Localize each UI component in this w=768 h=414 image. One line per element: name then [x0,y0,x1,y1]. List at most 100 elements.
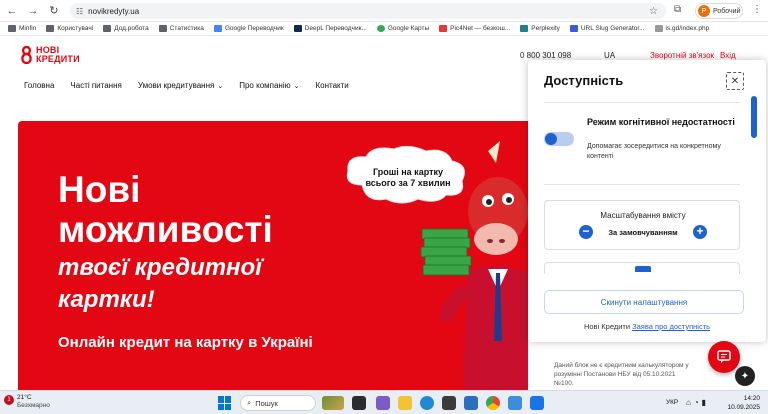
bookmark-deepl[interactable]: DeepL Переводчик... [293,25,367,32]
chrome-icon[interactable] [486,396,500,410]
logo-line-2: КРЕДИТИ [36,54,80,64]
hero-subtitle-line-2: картки! [58,286,155,313]
app-icon[interactable] [376,396,390,410]
folder-icon [158,25,167,32]
logo-mark-icon [20,45,33,65]
hero-tagline: Онлайн кредит на картку в Україні [58,334,313,351]
store-icon[interactable] [442,396,456,410]
scaling-value: За замовчуванням [608,228,678,237]
cognitive-mode-title: Режим когнітивної недостатності [587,117,735,127]
phone-number[interactable]: 0 800 301 098 [520,51,571,60]
avatar: P [698,5,710,17]
accessibility-statement-link[interactable]: Заява про доступність [632,322,710,331]
forward-icon[interactable]: → [24,2,42,20]
speech-bubble: Гроші на картку всього за 7 хвилин [342,145,470,207]
bookmark-statistics[interactable]: Статистика [158,25,204,32]
site-logo[interactable]: НОВІ КРЕДИТИ [20,45,80,65]
date: 10.09.2025 [727,404,760,411]
taskbar-search[interactable]: ⌕ Пошук [240,395,316,411]
widgets-icon[interactable] [322,396,344,410]
perplexity-icon [520,25,529,32]
app-icon[interactable] [530,396,544,410]
increase-scale-button[interactable]: + [693,225,707,239]
bookmark-google-maps[interactable]: Google Карты [376,25,429,32]
nav-item-credit-terms[interactable]: Умови кредитування ⌄ [138,81,223,90]
folder-icon [103,25,112,32]
chevron-down-icon: ⌄ [217,83,224,90]
reset-settings-button[interactable]: Скинути налаштування [544,290,744,314]
taskbar: 1 21°C Безхмарно ⌕ Пошук УКР ⌂◔▮ 14:20 10… [0,390,768,414]
toggle-knob [545,133,557,145]
hero-subtitle-line-1: твоєї кредитної [58,254,262,281]
plus-icon: + [696,224,704,238]
hero-title-line-2: можливості [58,209,273,250]
bookmark-google-translate[interactable]: Google Переводчик [213,25,284,32]
language-switcher[interactable]: UA [604,51,615,60]
bookmark-users[interactable]: Користувачі [46,25,93,32]
content-scaling-control: Масштабування вмісту − За замовчуванням … [544,200,740,250]
weather-condition: Безхмарно [17,402,50,409]
sparkle-icon: ✦ [740,370,750,382]
panel-footer: Нові Кредити Заява про доступність [528,322,766,331]
callback-link[interactable]: Зворотній зв'язок [650,51,714,60]
nav-item-contacts[interactable]: Контакти [316,81,349,90]
weather-widget[interactable]: 1 21°C Безхмарно [4,394,50,410]
keyboard-language[interactable]: УКР [666,399,678,406]
bookmarks-bar: Minfin Користувачі Дод.робота Статистика… [0,22,768,36]
next-setting-card[interactable] [544,262,740,274]
extensions-icon[interactable]: ⧉ [674,4,681,15]
calculator-disclaimer: Даний блок не є кредитним калькулятором … [554,362,689,387]
folder-icon [8,25,16,32]
edge-icon[interactable] [420,396,434,410]
accessibility-panel: Доступність ✕ Режим когнітивної недостат… [528,60,766,342]
system-tray-icons[interactable]: ⌂◔▮ [686,398,709,407]
temperature: 21°C [17,394,32,401]
bookmark-perplexity[interactable]: Perplexity [520,25,560,32]
clock[interactable]: 14:20 10.09.2025 [724,394,760,412]
search-placeholder: Пошук [255,398,278,408]
bookmark-url-slug[interactable]: URL Slug Generator... [569,25,645,32]
profile-label: Робочий [713,7,741,15]
app-icon[interactable] [464,396,478,410]
bookmark-minfin[interactable]: Minfin [8,25,36,32]
start-button[interactable] [218,396,232,410]
notification-badge: 1 [4,395,14,405]
bookmark-star-icon[interactable]: ☆ [649,6,658,17]
close-button[interactable]: ✕ [726,72,744,90]
bookmark-isgd[interactable]: is.gd/index.php [654,25,709,32]
bookmark-pic4net[interactable]: Pic4Net — безкош... [439,25,510,32]
profile-button[interactable]: P Робочий [695,3,743,19]
setting-icon [635,266,651,272]
chat-button[interactable] [708,341,740,373]
time: 14:20 [743,395,760,402]
bookmark-extra-work[interactable]: Дод.робота [103,25,149,32]
nav-item-faq[interactable]: Часті питання [70,81,121,90]
search-icon: ⌕ [247,398,252,407]
scaling-label: Масштабування вмісту [600,211,686,220]
cognitive-mode-description: Допомагає зосередитися на конкретному ко… [587,143,721,160]
app-icon[interactable] [508,396,522,410]
pic-icon [439,25,448,32]
chevron-down-icon: ⌄ [293,83,300,90]
close-icon: ✕ [730,75,740,87]
file-explorer-icon[interactable] [398,396,412,410]
browser-toolbar: ← → ↻ ⌂ ☷ novikredyty.ua ☆ ⧉ P Робочий ⋮ [0,0,768,22]
address-bar[interactable]: ☷ novikredyty.ua ☆ [70,3,666,19]
nav-item-about[interactable]: Про компанію ⌄ [239,81,299,90]
task-view-icon[interactable] [352,396,366,410]
reload-icon[interactable]: ↻ [45,2,63,20]
translate-icon [213,25,222,32]
isgd-icon [654,25,663,32]
maps-icon [376,25,385,32]
cognitive-mode-toggle[interactable] [544,132,574,146]
back-icon[interactable]: ← [3,2,21,20]
login-link[interactable]: Вхід [720,51,736,60]
nav-item-home[interactable]: Головна [24,81,54,90]
bubble-text: Гроші на картку всього за 7 хвилин [365,167,451,188]
folder-icon [46,25,55,32]
site-info-icon[interactable]: ☷ [76,7,83,16]
browser-menu-icon[interactable]: ⋮ [752,4,762,15]
panel-scrollbar[interactable] [751,96,757,138]
ai-assistant-button[interactable]: ✦ [735,366,755,386]
divider [544,102,740,103]
